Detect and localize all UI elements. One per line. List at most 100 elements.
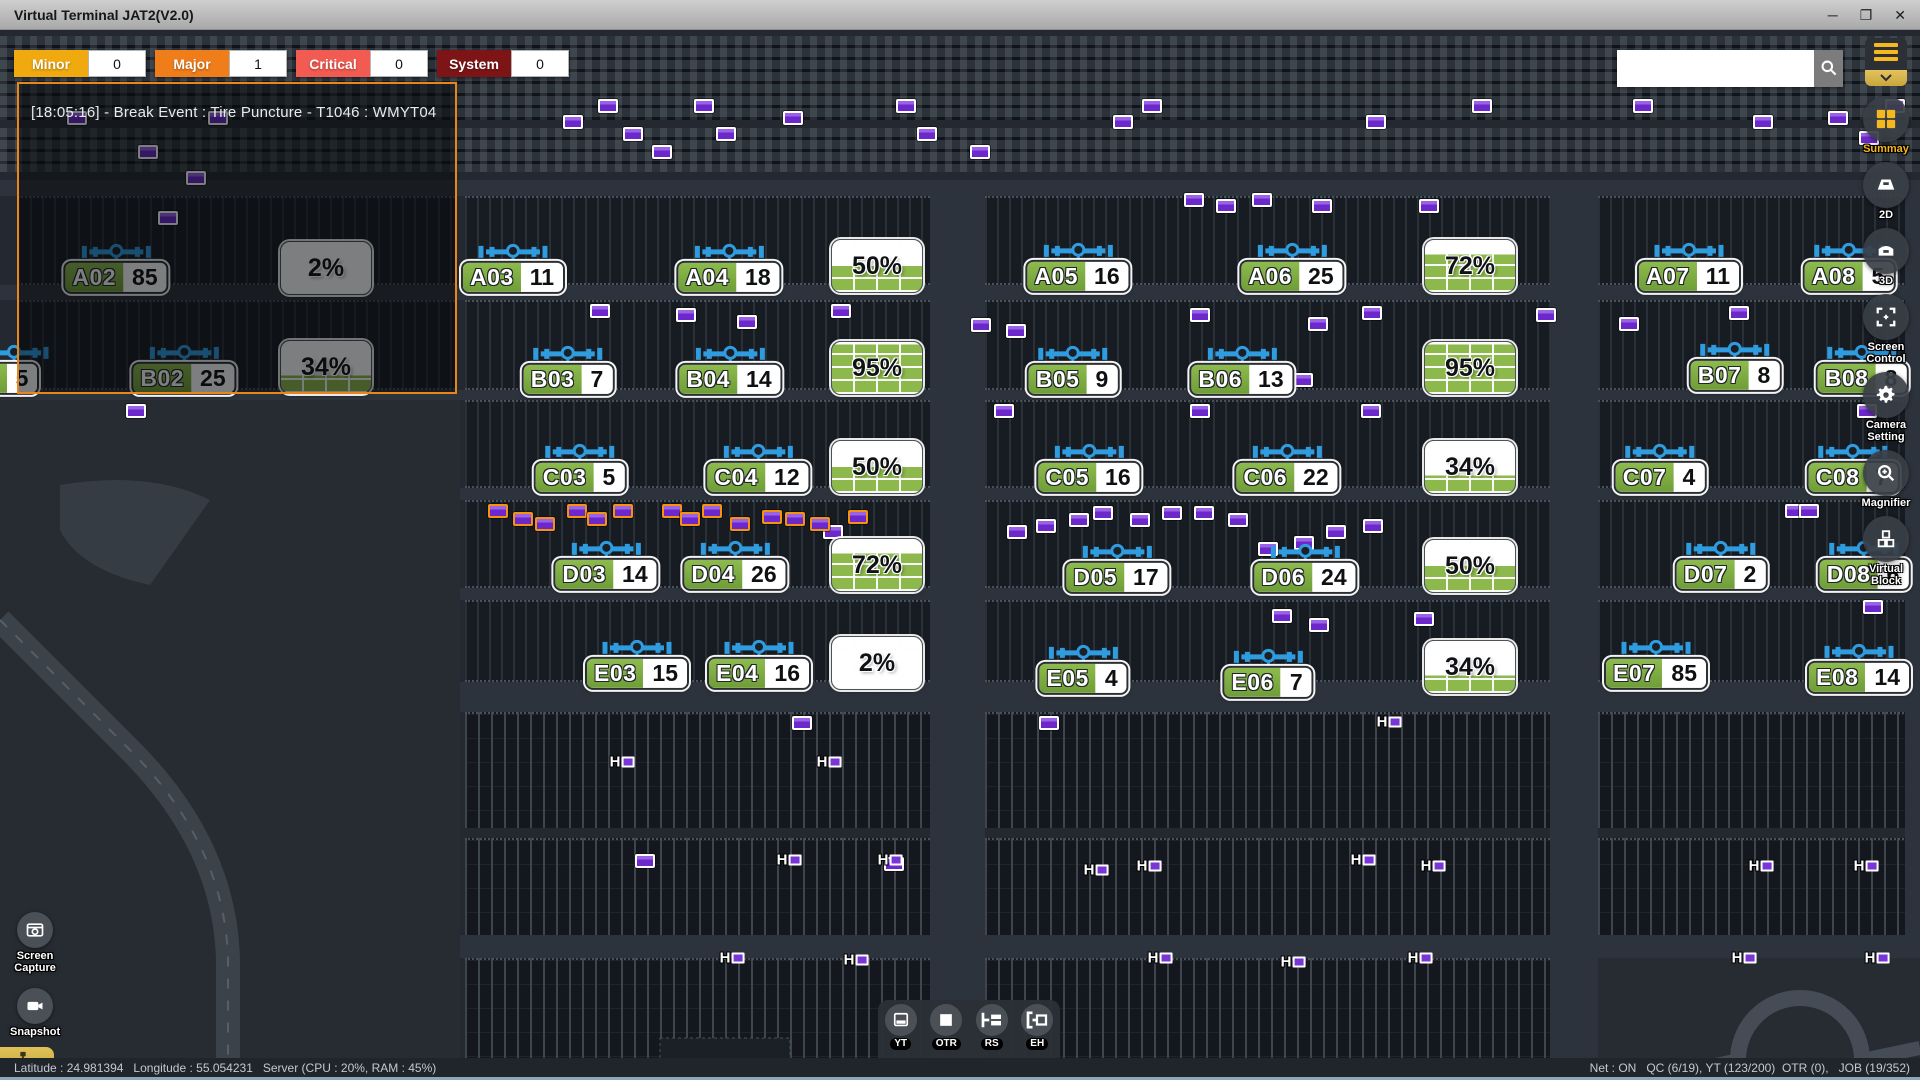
yard-truck-icon[interactable] xyxy=(1228,513,1248,527)
yard-truck-icon[interactable] xyxy=(716,127,736,141)
yard-block-B05[interactable]: B059 xyxy=(1027,344,1120,396)
highlighted-truck-icon[interactable] xyxy=(785,512,805,526)
yard-truck-icon[interactable] xyxy=(623,127,643,141)
alarm-badge-critical[interactable]: Critical0 xyxy=(296,50,428,77)
yard-block-C07[interactable]: C074 xyxy=(1614,442,1707,494)
yard-block-D03[interactable]: D0314 xyxy=(553,539,658,591)
sidebar-item-magnifier[interactable]: Magnifier xyxy=(1862,450,1911,509)
occupancy-tile-7[interactable]: 34% xyxy=(1424,440,1516,494)
yard-truck-icon[interactable] xyxy=(831,304,851,318)
truck-with-trailer-icon[interactable]: H xyxy=(1854,858,1879,875)
highlighted-truck-icon[interactable] xyxy=(613,504,633,518)
search-input[interactable] xyxy=(1617,50,1814,87)
yard-block-D06[interactable]: D0624 xyxy=(1252,542,1357,594)
truck-with-trailer-icon[interactable]: H xyxy=(1351,852,1376,869)
truck-with-trailer-icon[interactable]: H xyxy=(1148,950,1173,967)
yard-block-D05[interactable]: D0517 xyxy=(1064,542,1169,594)
yard-truck-icon[interactable] xyxy=(1069,513,1089,527)
truck-with-trailer-icon[interactable]: H xyxy=(777,852,802,869)
yard-truck-icon[interactable] xyxy=(652,145,672,159)
yard-truck-icon[interactable] xyxy=(1036,519,1056,533)
yard-truck-icon[interactable] xyxy=(676,308,696,322)
yard-truck-icon[interactable] xyxy=(994,404,1014,418)
truck-with-trailer-icon[interactable]: H xyxy=(1084,862,1109,879)
yard-truck-icon[interactable] xyxy=(1184,193,1204,207)
yard-block-B06[interactable]: B0613 xyxy=(1189,344,1294,396)
yard-truck-icon[interactable] xyxy=(1326,525,1346,539)
yard-truck-icon[interactable] xyxy=(896,99,916,113)
alarm-badge-major[interactable]: Major1 xyxy=(155,50,287,77)
truck-with-trailer-icon[interactable]: H xyxy=(720,950,745,967)
yard-block-D07[interactable]: D072 xyxy=(1675,539,1768,591)
highlighted-truck-icon[interactable] xyxy=(567,504,587,518)
truck-with-trailer-icon[interactable]: H xyxy=(1377,714,1402,731)
yard-truck-icon[interactable] xyxy=(1142,99,1162,113)
highlighted-truck-icon[interactable] xyxy=(762,510,782,524)
yard-truck-icon[interactable] xyxy=(1362,306,1382,320)
yard-truck-icon[interactable] xyxy=(1039,716,1059,730)
yard-truck-icon[interactable] xyxy=(694,99,714,113)
yard-truck-icon[interactable] xyxy=(783,111,803,125)
truck-with-trailer-icon[interactable]: H xyxy=(1865,950,1890,967)
yard-truck-icon[interactable] xyxy=(1006,324,1026,338)
sidebar-item-camera-setting[interactable]: Camera Setting xyxy=(1862,372,1911,443)
yard-truck-icon[interactable] xyxy=(1472,99,1492,113)
yard-truck-icon[interactable] xyxy=(1361,404,1381,418)
maximize-button[interactable]: ❐ xyxy=(1860,8,1873,22)
yard-block-A04[interactable]: A0418 xyxy=(676,242,781,294)
equipment-toggle-rs[interactable]: RS xyxy=(976,1004,1008,1050)
yard-block-A03[interactable]: A0311 xyxy=(461,242,565,294)
highlighted-truck-icon[interactable] xyxy=(488,504,508,518)
equipment-toggle-yt[interactable]: YT xyxy=(885,1004,917,1050)
yard-truck-icon[interactable] xyxy=(917,127,937,141)
highlighted-truck-icon[interactable] xyxy=(702,504,722,518)
yard-truck-icon[interactable] xyxy=(598,99,618,113)
screen-capture-button[interactable]: Screen Capture xyxy=(14,912,56,974)
yard-truck-icon[interactable] xyxy=(1729,306,1749,320)
occupancy-tile-5[interactable]: 95% xyxy=(1424,341,1516,395)
sidebar-item-screen-control[interactable]: Screen Control xyxy=(1862,294,1911,365)
sidebar-item-2d[interactable]: 2D xyxy=(1862,162,1911,221)
occupancy-tile-8[interactable]: 72% xyxy=(831,538,923,592)
highlighted-truck-icon[interactable] xyxy=(810,517,830,531)
truck-with-trailer-icon[interactable]: H xyxy=(1421,858,1446,875)
yard-truck-icon[interactable] xyxy=(1093,506,1113,520)
highlighted-truck-icon[interactable] xyxy=(513,512,533,526)
sidebar-item-summay[interactable]: Summay xyxy=(1862,96,1911,155)
highlighted-truck-icon[interactable] xyxy=(680,512,700,526)
yard-block-C05[interactable]: C0516 xyxy=(1036,442,1141,494)
yard-block-A07[interactable]: A0711 xyxy=(1637,241,1741,293)
yard-block-C06[interactable]: C0622 xyxy=(1234,442,1339,494)
yard-block-E08[interactable]: E0814 xyxy=(1807,642,1911,694)
truck-with-trailer-icon[interactable]: H xyxy=(1281,954,1306,971)
occupancy-tile-9[interactable]: 50% xyxy=(1424,539,1516,593)
yard-truck-icon[interactable] xyxy=(1366,115,1386,129)
occupancy-tile-10[interactable]: 2% xyxy=(831,636,923,690)
yard-truck-icon[interactable] xyxy=(1536,308,1556,322)
menu-collapse-tab[interactable] xyxy=(1865,70,1907,86)
truck-with-trailer-icon[interactable]: H xyxy=(610,754,635,771)
truck-with-trailer-icon[interactable]: H xyxy=(817,754,842,771)
yard-block-D04[interactable]: D0426 xyxy=(682,539,787,591)
yard-truck-icon[interactable] xyxy=(1293,373,1313,387)
yard-block-B07[interactable]: B078 xyxy=(1689,340,1782,392)
yard-truck-icon[interactable] xyxy=(1799,504,1819,518)
occupancy-tile-1[interactable]: 50% xyxy=(831,239,923,293)
occupancy-tile-11[interactable]: 34% xyxy=(1424,640,1516,694)
yard-truck-icon[interactable] xyxy=(1308,317,1328,331)
yard-truck-icon[interactable] xyxy=(1753,115,1773,129)
alarm-badge-system[interactable]: System0 xyxy=(437,50,569,77)
yard-block-E06[interactable]: E067 xyxy=(1222,647,1313,699)
yard-block-C04[interactable]: C0412 xyxy=(705,442,810,494)
minimize-button[interactable]: ─ xyxy=(1828,8,1838,22)
yard-truck-icon[interactable] xyxy=(1312,199,1332,213)
yard-truck-icon[interactable] xyxy=(1194,506,1214,520)
search-button[interactable] xyxy=(1814,50,1843,87)
yard-block-A06[interactable]: A0625 xyxy=(1239,241,1344,293)
yard-truck-icon[interactable] xyxy=(1863,600,1883,614)
yard-truck-icon[interactable] xyxy=(1130,513,1150,527)
yard-truck-icon[interactable] xyxy=(563,115,583,129)
yard-truck-icon[interactable] xyxy=(1252,193,1272,207)
truck-with-trailer-icon[interactable]: H xyxy=(1732,950,1757,967)
truck-with-trailer-icon[interactable]: H xyxy=(1408,950,1433,967)
